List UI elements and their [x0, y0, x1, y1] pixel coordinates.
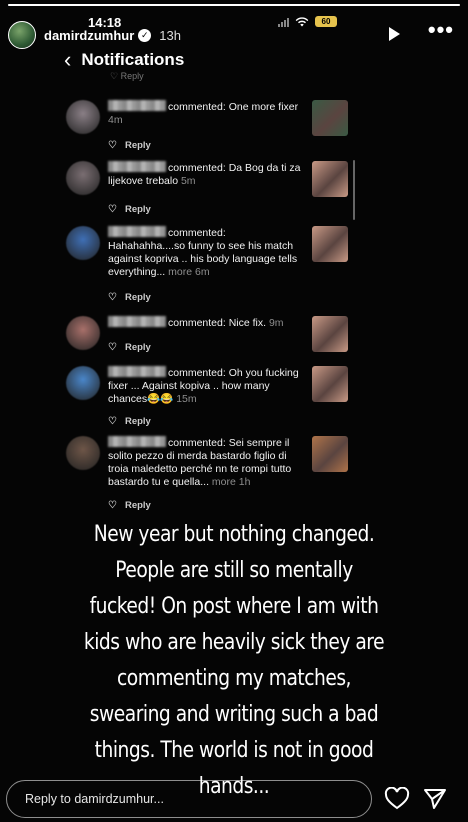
more-icon[interactable]: •••: [428, 19, 454, 41]
avatar[interactable]: [8, 21, 36, 49]
scrollbar[interactable]: [353, 160, 355, 220]
commenter-avatar[interactable]: [66, 436, 100, 470]
reply-row: ♡ Reply: [108, 416, 151, 427]
reply-row: ♡ Reply: [108, 204, 151, 215]
notification-text: commented: Oh you fucking fixer ... Agai…: [108, 366, 304, 406]
comment-age: 5m: [180, 175, 196, 187]
like-heart-icon[interactable]: ♡: [108, 342, 117, 353]
reply-link[interactable]: Reply: [125, 342, 151, 353]
commenter-avatar[interactable]: [66, 366, 100, 400]
commenter-avatar[interactable]: [66, 100, 100, 134]
caption-line: commenting my matches,: [117, 665, 351, 691]
reply-link[interactable]: Reply: [125, 204, 151, 215]
post-thumbnail[interactable]: [312, 366, 348, 402]
post-thumbnail[interactable]: [312, 436, 348, 472]
heart-icon[interactable]: [384, 787, 410, 811]
caption-line: things. The world is not in good: [94, 737, 374, 763]
story-post-time: 13h: [159, 27, 181, 43]
like-heart-icon[interactable]: ♡: [108, 204, 117, 215]
reply-link[interactable]: Reply: [125, 140, 151, 151]
story-header: damirdzumhur ✓ 13h •••: [8, 18, 460, 52]
blurred-username: [108, 100, 166, 111]
post-thumbnail[interactable]: [312, 316, 348, 352]
commenter-avatar[interactable]: [66, 226, 100, 260]
notification-text: commented: One more fixer 4m: [108, 100, 304, 127]
like-heart-icon[interactable]: ♡: [108, 416, 117, 427]
comment-text: commented: One more fixer: [168, 101, 299, 113]
notifications-title: Notifications: [81, 50, 185, 69]
caption-line: People are still so mentally: [115, 557, 353, 583]
more-link[interactable]: more: [168, 266, 192, 278]
like-heart-icon[interactable]: ♡: [108, 500, 117, 511]
comment-text: commented: Nice fix.: [168, 317, 267, 329]
more-link[interactable]: more: [212, 476, 236, 488]
reply-row: ♡ Reply: [108, 500, 151, 511]
post-thumbnail[interactable]: [312, 161, 348, 197]
like-heart-icon[interactable]: ♡: [108, 140, 117, 151]
reply-row: ♡ Reply: [108, 140, 151, 151]
story-caption: New year but nothing changed. People are…: [56, 516, 411, 804]
blurred-username: [108, 316, 166, 327]
reply-link[interactable]: Reply: [125, 500, 151, 511]
commenter-avatar[interactable]: [66, 316, 100, 350]
notification-text: commented: Da Bog da ti za lijekove treb…: [108, 161, 304, 188]
notification-text: commented: Sei sempre il solito pezzo di…: [108, 436, 304, 489]
reply-row: ♡ Reply: [108, 342, 151, 353]
chevron-left-icon: ‹: [64, 47, 72, 72]
blurred-username: [108, 226, 166, 237]
story-username[interactable]: damirdzumhur: [44, 28, 134, 43]
reply-link[interactable]: Reply: [125, 416, 151, 427]
blurred-username: [108, 436, 166, 447]
caption-line: New year but nothing changed.: [93, 521, 375, 547]
partial-reply-row: ♡ Reply: [110, 71, 144, 81]
blurred-username: [108, 161, 166, 172]
caption-line: swearing and writing such a bad: [89, 701, 379, 727]
reply-input[interactable]: [7, 781, 371, 817]
reply-bar: [6, 780, 372, 818]
reply-row: ♡ Reply: [108, 292, 151, 303]
blurred-username: [108, 366, 166, 377]
comment-age: 9m: [268, 317, 284, 329]
reply-link[interactable]: Reply: [125, 292, 151, 303]
caption-line: kids who are heavily sick they are: [83, 629, 385, 655]
caption-line: fucked! On post where I am with: [89, 593, 379, 619]
post-thumbnail[interactable]: [312, 100, 348, 136]
story-progress-bar: [8, 4, 460, 6]
like-heart-icon[interactable]: ♡: [108, 292, 117, 303]
comment-age: 4m: [108, 114, 123, 126]
post-thumbnail[interactable]: [312, 226, 348, 262]
notification-text: commented: Nice fix. 9m: [108, 316, 304, 330]
story-viewer: 14:18 60 damirdzumhur ✓ 13h ••• ‹ Notifi…: [0, 0, 468, 822]
notification-text: commented: Hahahahha....so funny to see …: [108, 226, 304, 279]
notifications-header: ‹ Notifications: [64, 48, 184, 72]
comment-age: 1h: [238, 476, 251, 488]
comment-age: 6m: [194, 266, 210, 278]
send-icon[interactable]: [422, 787, 448, 811]
commenter-avatar[interactable]: [66, 161, 100, 195]
play-icon[interactable]: [384, 24, 404, 44]
comment-age: 15m: [176, 393, 197, 405]
verified-badge-icon: ✓: [138, 28, 152, 42]
